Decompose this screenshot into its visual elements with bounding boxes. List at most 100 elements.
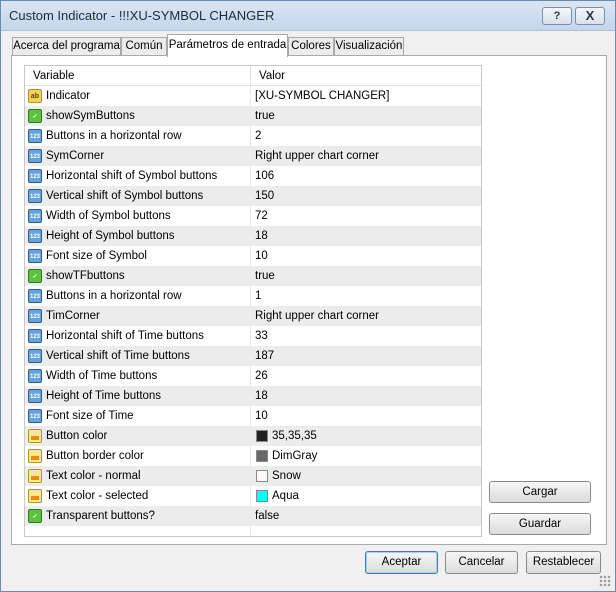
bool-icon: ✓ [28,109,42,123]
header-value: Valor [259,70,285,82]
int-icon: 123 [28,329,42,343]
int-icon: 123 [28,409,42,423]
int-icon: 123 [28,189,42,203]
param-row-tim-corner[interactable]: 123 TimCorner Right upper chart corner [25,306,481,326]
param-row-time-height[interactable]: 123 Height of Time buttons 18 [25,386,481,406]
load-button[interactable]: Cargar [489,481,591,503]
int-icon: 123 [28,289,42,303]
param-name: TimCorner [46,310,100,322]
param-value[interactable]: 35,35,35 [272,430,317,442]
param-row-show-tf-buttons[interactable]: ✓ showTFbuttons true [25,266,481,286]
param-value[interactable]: 18 [255,230,268,242]
int-icon: 123 [28,389,42,403]
param-value[interactable]: true [255,110,275,122]
tab-visualization[interactable]: Visualización [334,37,404,56]
save-button[interactable]: Guardar [489,513,591,535]
param-name: Width of Time buttons [46,370,158,382]
window-title: Custom Indicator - !!!XU-SYMBOL CHANGER [9,8,275,23]
param-value[interactable]: 18 [255,390,268,402]
int-icon: 123 [28,369,42,383]
color-swatch[interactable] [256,490,268,502]
param-row-text-color-normal[interactable]: Text color - normal Snow [25,466,481,486]
color-icon [28,489,42,503]
param-row-indicator[interactable]: ab Indicator [XU-SYMBOL CHANGER] [25,86,481,106]
param-value[interactable]: false [255,510,279,522]
int-icon: 123 [28,229,42,243]
title-bar: Custom Indicator - !!!XU-SYMBOL CHANGER … [1,1,615,31]
param-name: Text color - normal [46,470,141,482]
param-row-tf-buttons-per-row[interactable]: 123 Buttons in a horizontal row 1 [25,286,481,306]
param-row-time-vshift[interactable]: 123 Vertical shift of Time buttons 187 [25,346,481,366]
param-value[interactable]: Aqua [272,490,299,502]
param-value[interactable]: true [255,270,275,282]
param-value[interactable]: DimGray [272,450,317,462]
param-name: Horizontal shift of Symbol buttons [46,170,218,182]
param-value[interactable]: Right upper chart corner [255,310,379,322]
param-value[interactable]: 10 [255,250,268,262]
bool-icon: ✓ [28,509,42,523]
input-parameters-panel: Variable Valor ab Indicator [XU-SYMBOL C… [11,55,607,545]
param-value[interactable]: 33 [255,330,268,342]
param-row-time-font-size[interactable]: 123 Font size of Time 10 [25,406,481,426]
param-name: Buttons in a horizontal row [46,290,182,302]
int-icon: 123 [28,169,42,183]
tab-common[interactable]: Común [121,37,167,56]
help-button[interactable]: ? [542,7,572,25]
color-swatch[interactable] [256,450,268,462]
int-icon: 123 [28,209,42,223]
dialog-window: Custom Indicator - !!!XU-SYMBOL CHANGER … [0,0,616,592]
color-icon [28,429,42,443]
param-row-sym-corner[interactable]: 123 SymCorner Right upper chart corner [25,146,481,166]
int-icon: 123 [28,249,42,263]
param-name: showSymButtons [46,110,135,122]
param-name: Height of Time buttons [46,390,162,402]
param-name: Vertical shift of Time buttons [46,350,190,362]
param-row-sym-font-size[interactable]: 123 Font size of Symbol 10 [25,246,481,266]
close-button[interactable]: X [575,7,605,25]
color-swatch[interactable] [256,470,268,482]
param-value[interactable]: 187 [255,350,274,362]
param-row-sym-vshift[interactable]: 123 Vertical shift of Symbol buttons 150 [25,186,481,206]
param-value[interactable]: 2 [255,130,261,142]
param-value[interactable]: Right upper chart corner [255,150,379,162]
param-name: Transparent buttons? [46,510,155,522]
param-row-time-width[interactable]: 123 Width of Time buttons 26 [25,366,481,386]
param-row-sym-width[interactable]: 123 Width of Symbol buttons 72 [25,206,481,226]
param-row-sym-hshift[interactable]: 123 Horizontal shift of Symbol buttons 1… [25,166,481,186]
param-value[interactable]: [XU-SYMBOL CHANGER] [255,90,389,102]
param-name: Text color - selected [46,490,149,502]
reset-button[interactable]: Restablecer [526,551,601,574]
param-row-button-border-color[interactable]: Button border color DimGray [25,446,481,466]
param-name: Font size of Time [46,410,134,422]
param-value[interactable]: 1 [255,290,261,302]
param-row-sym-height[interactable]: 123 Height of Symbol buttons 18 [25,226,481,246]
param-value[interactable]: Snow [272,470,301,482]
int-icon: 123 [28,129,42,143]
color-icon [28,449,42,463]
tab-colors[interactable]: Colores [288,37,334,56]
accept-button[interactable]: Aceptar [365,551,438,574]
tab-input-parameters[interactable]: Parámetros de entrada [167,34,288,57]
int-icon: 123 [28,349,42,363]
param-value[interactable]: 150 [255,190,274,202]
param-row-sym-buttons-per-row[interactable]: 123 Buttons in a horizontal row 2 [25,126,481,146]
param-value[interactable]: 26 [255,370,268,382]
param-value[interactable]: 10 [255,410,268,422]
param-name: Width of Symbol buttons [46,210,171,222]
param-value[interactable]: 72 [255,210,268,222]
color-icon [28,469,42,483]
color-swatch[interactable] [256,430,268,442]
resize-grip-icon[interactable] [599,575,611,587]
int-icon: 123 [28,309,42,323]
param-name: Indicator [46,90,91,102]
tab-about[interactable]: Acerca del programa [12,37,121,56]
param-row-show-sym-buttons[interactable]: ✓ showSymButtons true [25,106,481,126]
param-row-time-hshift[interactable]: 123 Horizontal shift of Time buttons 33 [25,326,481,346]
cancel-button[interactable]: Cancelar [445,551,518,574]
param-row-transparent-buttons[interactable]: ✓ Transparent buttons? false [25,506,481,526]
param-name: Buttons in a horizontal row [46,130,182,142]
param-row-button-color[interactable]: Button color 35,35,35 [25,426,481,446]
int-icon: 123 [28,149,42,163]
param-row-text-color-selected[interactable]: Text color - selected Aqua [25,486,481,506]
param-value[interactable]: 106 [255,170,274,182]
